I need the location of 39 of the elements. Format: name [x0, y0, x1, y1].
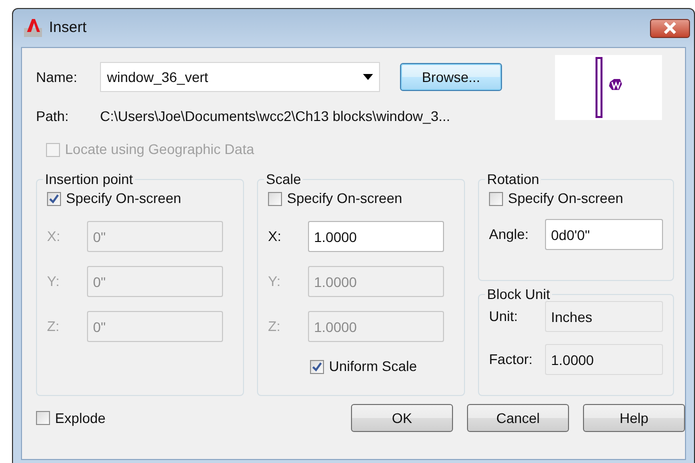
name-dropdown[interactable]: window_36_vert [100, 62, 380, 92]
browse-button[interactable]: Browse... [400, 63, 502, 91]
dialog-button[interactable]: OK [351, 404, 453, 432]
checkbox[interactable] [268, 192, 282, 206]
checkbox-label: Locate using Geographic Data [65, 140, 254, 159]
checkbox-label: Uniform Scale [329, 357, 417, 376]
checkbox-label: Explode [55, 408, 106, 428]
input-field[interactable]: 0d0'0" [545, 219, 663, 250]
checkbox[interactable] [489, 192, 503, 206]
window-title: Insert [49, 18, 87, 38]
field-label: Y: [47, 272, 60, 291]
group-title: Insertion point [44, 172, 134, 186]
path-label: Path: [36, 107, 70, 126]
checkbox[interactable] [310, 360, 324, 374]
path-value: C:\Users\Joe\Documents\wcc2\Ch13 blocks\window_3... [100, 107, 450, 126]
field-label: Z: [47, 317, 60, 336]
checkbox[interactable] [47, 192, 61, 206]
dialog-button[interactable]: Help [583, 404, 685, 432]
checkbox[interactable] [36, 411, 50, 425]
group-title: Rotation [486, 172, 540, 186]
input-field[interactable]: 1.0000 [308, 221, 444, 252]
checkbox-label: Specify On-screen [508, 189, 624, 208]
group-title: Block Unit [486, 287, 552, 301]
group-title: Scale [265, 172, 302, 186]
app-icon [23, 18, 43, 38]
caret-icon [363, 74, 373, 80]
close-icon [663, 22, 677, 34]
close-button[interactable] [650, 18, 690, 38]
dialog-button[interactable]: Cancel [467, 404, 569, 432]
checkbox-label: Specify On-screen [66, 189, 182, 208]
field-label: Factor: [489, 350, 534, 369]
field-label: Y: [268, 272, 282, 291]
field-label: Unit: [489, 307, 519, 326]
field-label: X: [47, 227, 62, 246]
name-label: Name: [36, 68, 78, 86]
field-label: Angle: [489, 225, 530, 244]
field-label: Z: [268, 317, 282, 336]
field-label: X: [268, 227, 282, 246]
checkbox-label: Specify On-screen [287, 189, 402, 208]
